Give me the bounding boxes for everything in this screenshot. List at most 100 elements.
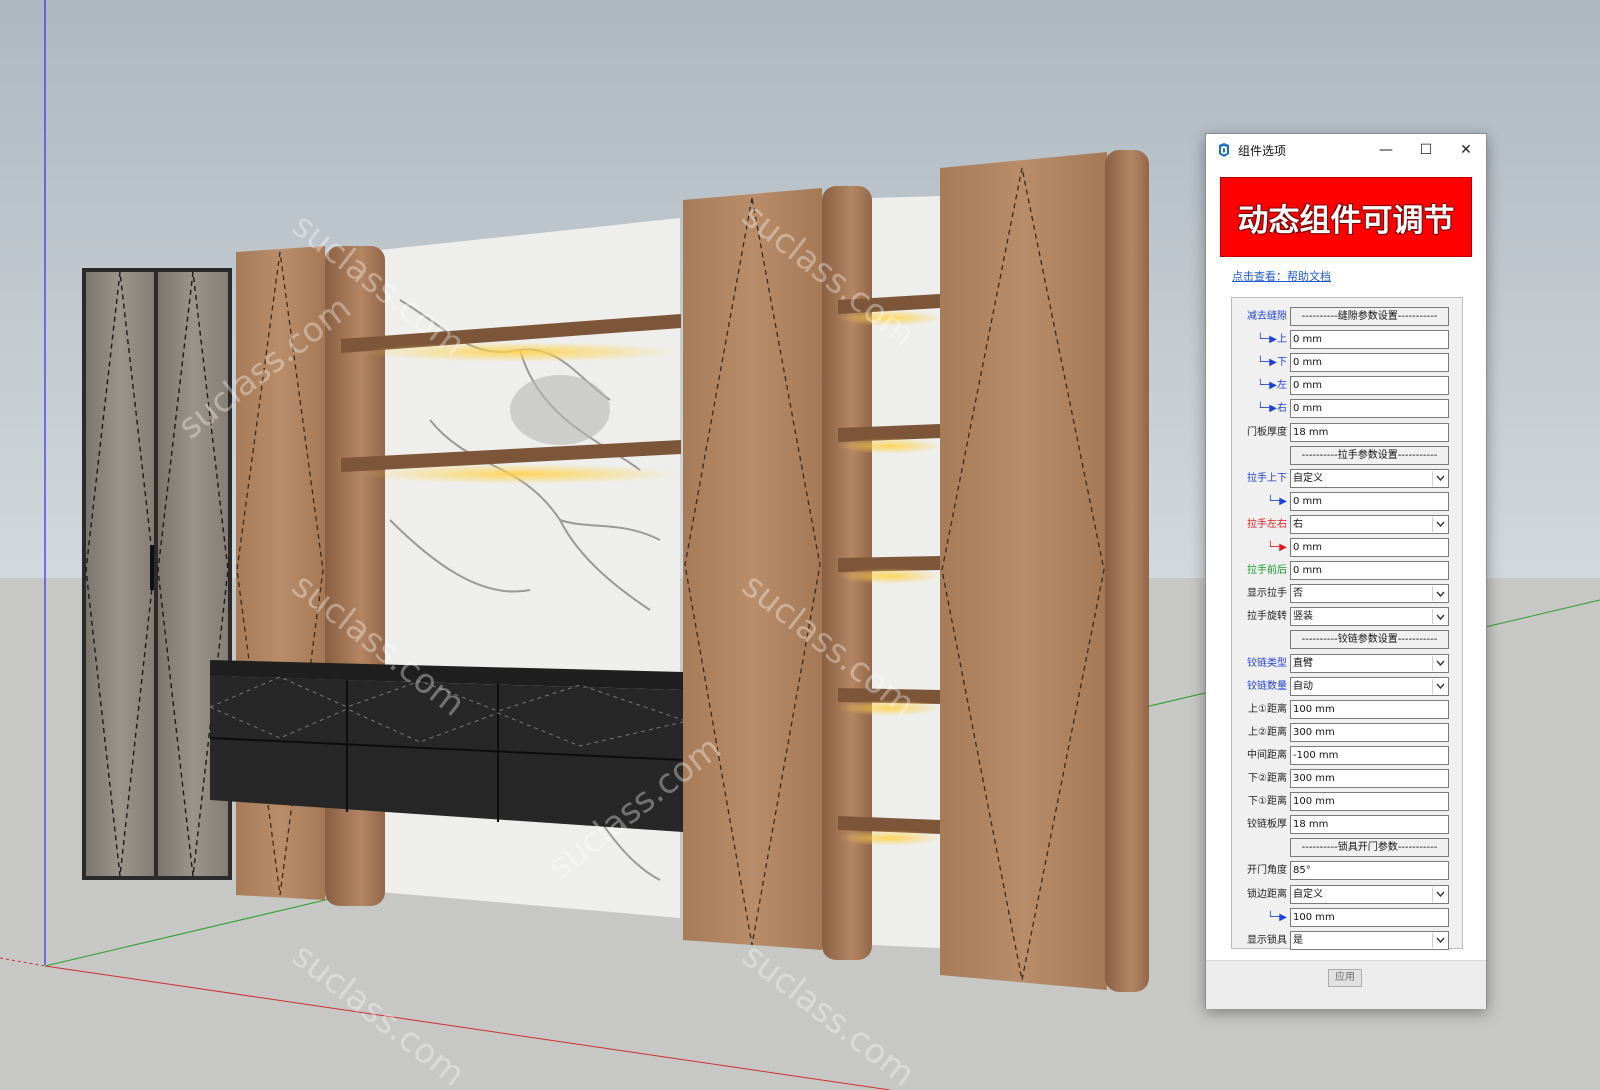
field-label: 拉手前后 [1247,565,1287,577]
field-label: 下①距离 [1248,796,1287,808]
text-input-field[interactable]: 0 mm [1290,399,1449,419]
chevron-down-icon[interactable] [1432,516,1447,532]
form-row: └─▶ 100 mm [1232,907,1464,928]
dropdown-select[interactable]: 自动 [1290,676,1449,696]
chevron-down-icon[interactable] [1432,655,1447,671]
text-input-field[interactable]: 100 mm [1290,907,1449,927]
dynamic-component-banner: 动态组件可调节 [1220,177,1472,257]
form-row: 铰链板厚 18 mm [1232,815,1464,835]
form-row: └─▶右 0 mm [1232,399,1464,419]
form-row: ----------锁具开门参数----------- [1232,838,1464,858]
form-row: 铰链数量 自动 [1232,676,1464,697]
section-header-field: ----------缝隙参数设置----------- [1290,307,1449,326]
text-input-field[interactable]: 0 mm [1290,561,1449,581]
maximize-button[interactable]: ☐ [1406,134,1446,166]
form-row: 门板厚度 18 mm [1232,422,1464,443]
form-row: └─▶下 0 mm [1232,353,1464,373]
form-row: 中间距离 -100 mm [1232,745,1464,766]
close-button[interactable]: ✕ [1446,134,1486,166]
help-document-link[interactable]: 点击查看：帮助文档 [1232,268,1331,284]
dropdown-value: 竖装 [1293,611,1313,623]
text-input-field[interactable]: 0 mm [1290,376,1449,396]
field-label [1235,838,1287,858]
field-label: └─▶右 [1257,403,1287,415]
dropdown-select[interactable]: 直臂 [1290,653,1449,673]
dialog-footer: 应用 [1206,960,1486,1009]
form-row: └─▶ 0 mm [1232,491,1464,512]
dropdown-value: 自动 [1293,680,1313,692]
sketchup-app-icon [1219,143,1229,157]
wood-cabinet-right [940,152,1107,990]
options-form: 减去缝隙 ----------缝隙参数设置----------- └─▶上 0 mm └… [1231,297,1464,951]
dropdown-value: 自定义 [1293,472,1323,484]
chevron-down-icon[interactable] [1432,932,1447,948]
dropdown-select[interactable]: 自定义 [1290,468,1449,488]
text-input-field[interactable]: 0 mm [1290,538,1449,557]
text-input-field[interactable]: 100 mm [1290,792,1449,812]
text-input-field[interactable]: 300 mm [1290,722,1449,742]
field-label: 显示锁具 [1247,934,1287,946]
text-input-field[interactable]: 0 mm [1290,491,1449,511]
form-row: └─▶ 0 mm [1232,538,1464,558]
field-label: └─▶左 [1257,380,1287,392]
text-input-field[interactable]: -100 mm [1290,745,1449,765]
chevron-down-icon[interactable] [1432,886,1447,902]
form-row: 铰链类型 直臂 [1232,653,1464,674]
dropdown-select[interactable]: 是 [1290,930,1449,950]
field-label: 下②距离 [1248,773,1287,784]
text-input-field[interactable]: 18 mm [1290,422,1449,442]
field-label: └─▶ [1267,495,1287,507]
section-header-field: ----------锁具开门参数----------- [1290,838,1449,858]
shelf-light [360,464,680,484]
shelf-light [360,342,680,362]
chevron-down-icon[interactable] [1432,586,1447,602]
dropdown-select[interactable]: 竖装 [1290,607,1449,627]
text-input-field[interactable]: 300 mm [1290,769,1449,788]
form-row: └─▶上 0 mm [1232,330,1464,350]
field-label [1235,630,1287,650]
text-input-field[interactable]: 100 mm [1290,699,1449,719]
field-label: 铰链数量 [1247,680,1287,692]
text-input-field[interactable]: 0 mm [1290,330,1449,350]
dropdown-select[interactable]: 自定义 [1290,884,1449,904]
form-row: 上①距离 100 mm [1232,699,1464,720]
glass-door-left [86,272,154,876]
minimize-button[interactable]: — [1366,134,1406,166]
dropdown-value: 自定义 [1293,888,1323,900]
form-row: 上②距离 300 mm [1232,722,1464,743]
form-row: 减去缝隙 ----------缝隙参数设置----------- [1232,307,1464,327]
form-row: 开门角度 85° [1232,861,1464,881]
text-input-field[interactable]: 18 mm [1290,815,1449,835]
field-label: 拉手左右 [1247,518,1287,530]
chevron-down-icon[interactable] [1432,470,1447,486]
field-label: 中间距离 [1247,749,1287,761]
dropdown-select[interactable]: 否 [1290,584,1449,604]
form-row: 拉手左右右 [1232,514,1464,535]
dialog-titlebar[interactable]: 组件选项 — ☐ ✕ [1206,134,1486,166]
chevron-down-icon[interactable] [1432,678,1447,694]
dropdown-select[interactable]: 右 [1290,514,1449,534]
apply-button[interactable]: 应用 [1328,969,1362,987]
field-label: 锁边距离 [1247,888,1287,900]
field-label: 上②距离 [1248,726,1287,738]
dropdown-value: 是 [1293,934,1303,946]
field-label: 开门角度 [1247,865,1287,877]
dropdown-value: 否 [1293,588,1303,600]
field-label: 拉手旋转 [1247,611,1287,623]
form-row: 拉手旋转 竖装 [1232,607,1464,627]
text-input-field[interactable]: 0 mm [1290,353,1449,373]
section-header-field: ----------铰链参数设置----------- [1290,630,1449,650]
shelf-light [838,830,942,846]
chevron-down-icon[interactable] [1432,609,1447,625]
field-label: └─▶下 [1257,357,1287,369]
door-handle [150,545,154,590]
text-input-field[interactable]: 85° [1290,861,1449,881]
form-row: 下①距离 100 mm [1232,792,1464,812]
field-label: 拉手上下 [1247,472,1287,484]
form-row: 显示锁具是 [1232,930,1464,951]
field-label: 减去缝隙 [1247,311,1287,322]
dialog-title: 组件选项 [1238,143,1287,158]
form-row: 拉手上下 自定义 [1232,468,1464,489]
field-label [1235,446,1287,466]
component-options-dialog: 组件选项 — ☐ ✕ 动态组件可调节 点击查看：帮助文档 减去缝隙 -------… [1205,133,1487,1009]
